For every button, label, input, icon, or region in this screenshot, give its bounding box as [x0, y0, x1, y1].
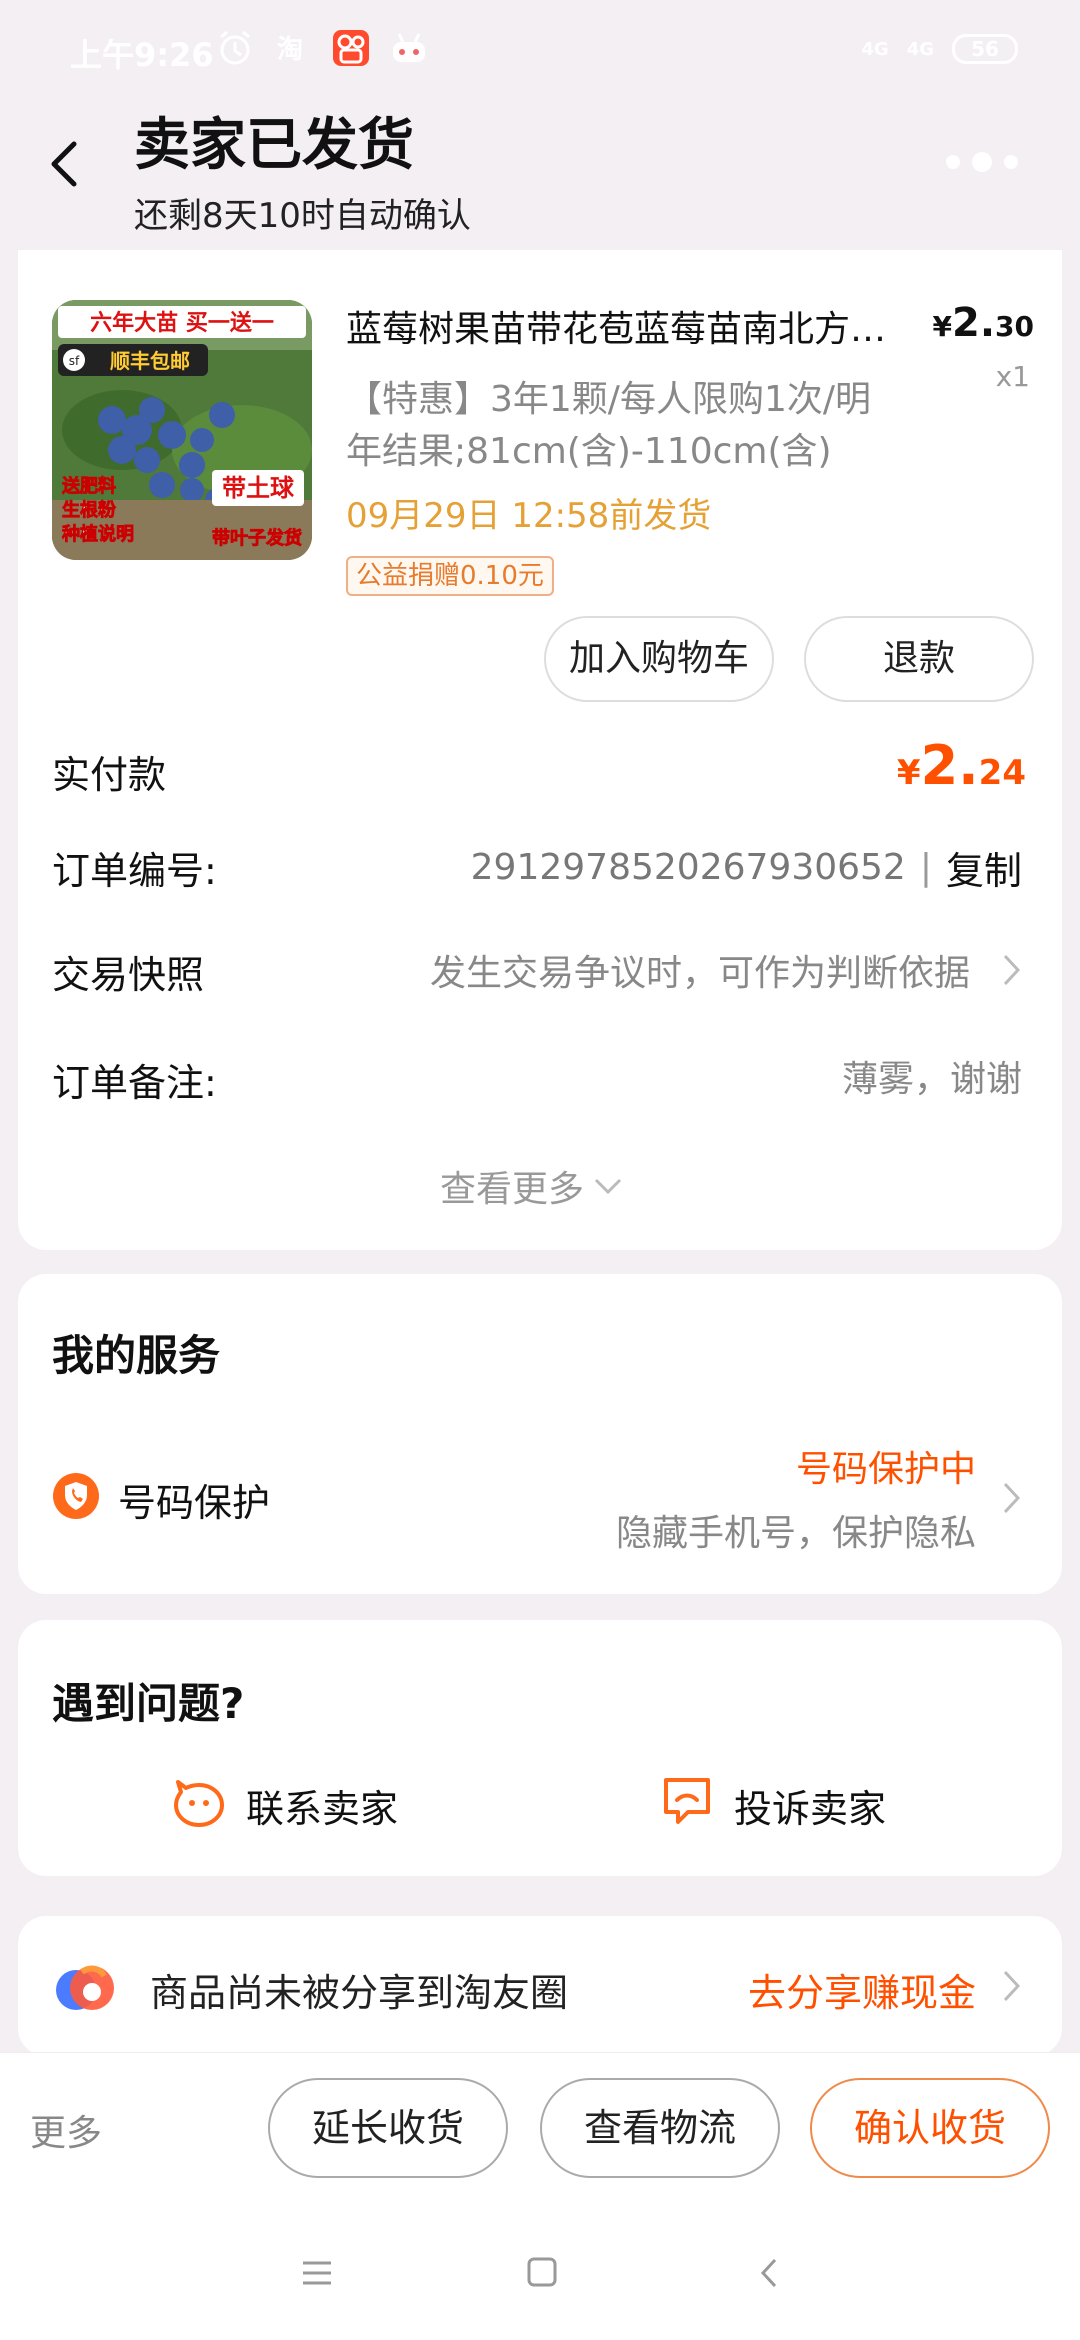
- services-title: 我的服务: [52, 1331, 221, 1380]
- order-note: 薄雾，谢谢: [841, 1059, 1022, 1100]
- see-more-label: 查看更多: [440, 1169, 585, 1210]
- image-text: 带叶子发货: [212, 527, 302, 549]
- back-arrow-icon[interactable]: [46, 138, 86, 190]
- confirm-receipt-button[interactable]: 确认收货: [810, 2078, 1050, 2178]
- problems-title: 遇到问题?: [52, 1679, 245, 1728]
- product-image[interactable]: 六年大苗 买一送一 sf 顺丰包邮 送肥料 生根粉 种植说明 带土球 带叶子发货: [52, 300, 312, 560]
- divider: |: [919, 847, 932, 888]
- auto-confirm-countdown: 还剩8天10时自动确认: [134, 196, 471, 236]
- menu-icon[interactable]: [300, 2258, 334, 2288]
- contact-seller-button[interactable]: 联系卖家: [246, 1778, 398, 1833]
- share-status-text: 商品尚未被分享到淘友圈: [150, 1971, 569, 2015]
- status-time: 上午9:26: [70, 36, 214, 74]
- add-to-cart-button[interactable]: 加入购物车: [544, 616, 774, 702]
- complain-seller-icon[interactable]: [658, 1772, 716, 1830]
- charity-badge: 公益捐赠0.10元: [346, 556, 554, 596]
- order-number-label: 订单编号:: [52, 849, 217, 893]
- phone-shield-icon: [53, 1473, 99, 1519]
- chevron-right-icon[interactable]: [1000, 1966, 1024, 2006]
- product-spec: 【特惠】3年1颗/每人限购1次/明年结果;81cm(含)-110cm(含): [346, 379, 871, 472]
- see-more-button[interactable]: 查看更多: [440, 1160, 624, 1212]
- image-text: 生根粉: [62, 499, 116, 521]
- refund-button[interactable]: 退款: [804, 616, 1034, 702]
- share-circle-icon: [56, 1965, 114, 2010]
- page-title: 卖家已发货: [134, 113, 414, 178]
- view-logistics-button[interactable]: 查看物流: [540, 2078, 780, 2178]
- chevron-right-icon[interactable]: [1000, 1478, 1024, 1518]
- product-title[interactable]: 蓝莓树果苗带花苞蓝莓苗南北方种植盆栽: [346, 300, 906, 352]
- kuaishou-icon: [333, 30, 369, 66]
- more-options-icon[interactable]: [946, 152, 1018, 172]
- paid-amount: ¥2.24: [896, 734, 1026, 797]
- ship-deadline: 09月29日 12:58前发货: [346, 496, 712, 536]
- copy-button[interactable]: 复制: [946, 840, 1022, 895]
- alarm-icon: [220, 30, 250, 65]
- image-text: 顺丰包邮: [110, 349, 190, 373]
- status-app-icons: 淘: [215, 28, 429, 68]
- problems-card: [18, 1620, 1062, 1876]
- extend-receipt-button[interactable]: 延长收货: [268, 2078, 508, 2178]
- product-quantity: x1: [995, 360, 1030, 393]
- protection-description: 隐藏手机号，保护隐私: [615, 1513, 976, 1554]
- signal-icon: 4G: [861, 38, 889, 60]
- contact-seller-icon[interactable]: [170, 1772, 228, 1830]
- number-protection-label[interactable]: 号码保护: [118, 1472, 270, 1527]
- snapshot-label[interactable]: 交易快照: [52, 944, 204, 999]
- home-icon[interactable]: [526, 2256, 558, 2288]
- taobao-icon: 淘: [277, 35, 303, 65]
- complain-seller-button[interactable]: 投诉卖家: [734, 1778, 886, 1833]
- order-number: 2912978520267930652: [470, 847, 906, 888]
- share-earn-cash-link[interactable]: 去分享赚现金: [748, 1962, 976, 2017]
- image-text: 带土球: [222, 474, 295, 502]
- protection-status: 号码保护中: [795, 1449, 976, 1490]
- image-text: 送肥料: [61, 475, 116, 497]
- nav-back-icon[interactable]: [758, 2256, 780, 2290]
- paid-amount-label: 实付款: [52, 753, 167, 797]
- battery-icon: 56: [952, 34, 1018, 64]
- status-right: 4G 4G 56: [861, 34, 1018, 64]
- game-icon: [393, 33, 425, 62]
- chevron-down-icon: [594, 1178, 622, 1195]
- image-text: 种植说明: [61, 523, 134, 545]
- signal-icon: 4G: [906, 38, 934, 60]
- chevron-right-icon[interactable]: [1000, 950, 1024, 990]
- svg-text:sf: sf: [69, 354, 80, 368]
- snapshot-description[interactable]: 发生交易争议时，可作为判断依据: [430, 944, 970, 996]
- more-button[interactable]: 更多: [30, 2104, 102, 2156]
- image-text: 六年大苗 买一送一: [90, 310, 274, 336]
- svg-text:淘: 淘: [277, 35, 303, 65]
- order-note-label: 订单备注:: [52, 1061, 217, 1105]
- product-price: ¥2.30: [932, 300, 1034, 346]
- order-number-row: 2912978520267930652 | 复制: [471, 840, 1022, 895]
